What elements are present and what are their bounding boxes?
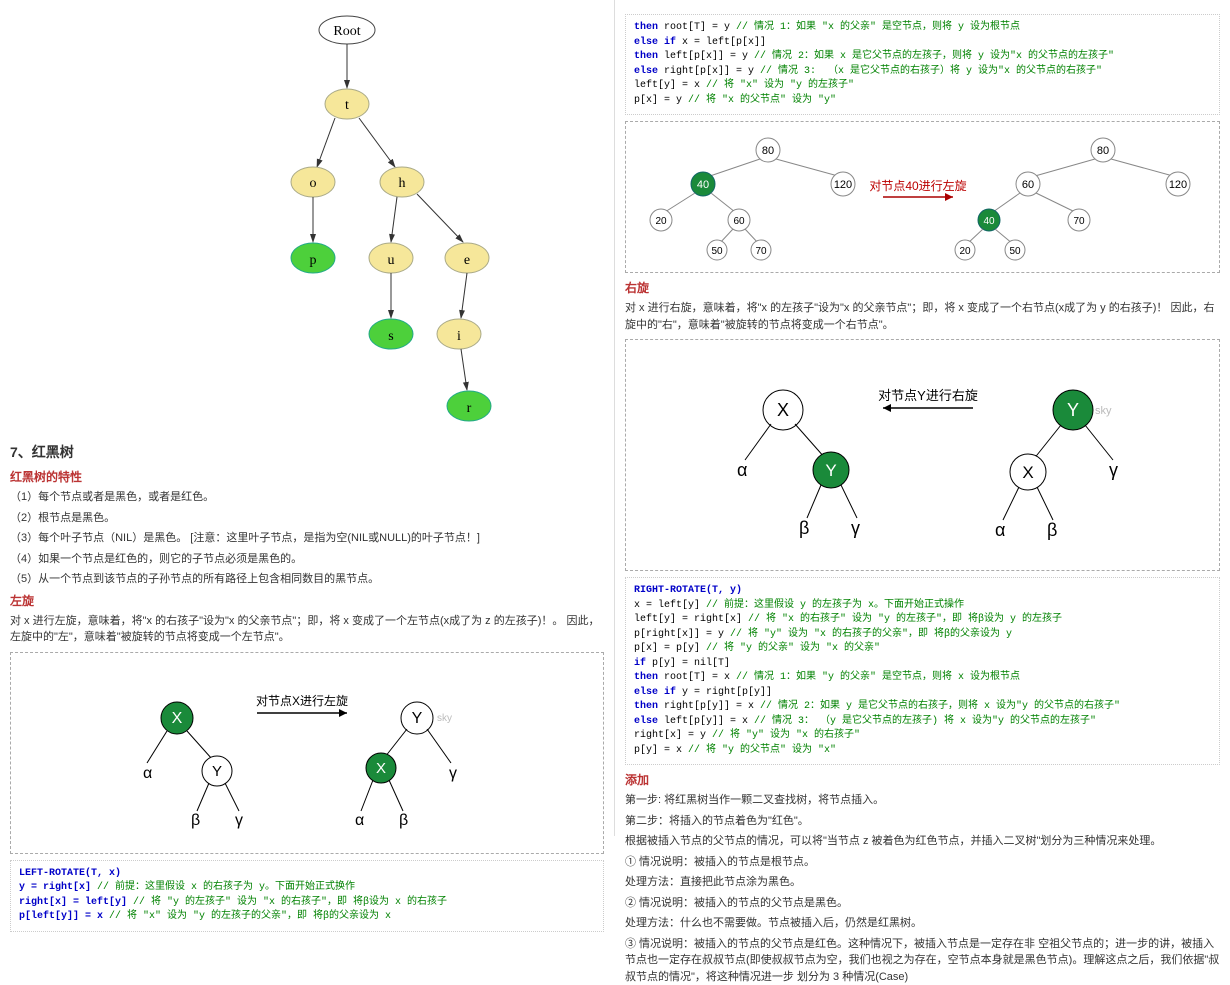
left-rotate-code: LEFT-ROTATE(T, x) y = right[x] // 前提：这里假… bbox=[10, 860, 604, 932]
rr-after-beta: β bbox=[799, 518, 809, 538]
insert-p6: ② 情况说明：被插入的节点的父节点是黑色。 bbox=[625, 895, 1220, 912]
ex-a-50: 50 bbox=[1009, 246, 1021, 257]
rb-prop-5: （5）从一个节点到该节点的子孙节点的所有路径上包含相同数目的黑节点。 bbox=[10, 571, 604, 588]
ex-b-50: 50 bbox=[711, 246, 723, 257]
lr-before-y: Y bbox=[212, 763, 222, 780]
right-rotate-para: 对 x 进行右旋，意味着，将"x 的左孩子"设为"x 的父亲节点"；即，将 x … bbox=[625, 300, 1220, 333]
rr-after-gamma: γ bbox=[851, 518, 860, 538]
node-e: e bbox=[464, 253, 470, 268]
ex-arrow-label: 对节点40进行左旋 bbox=[869, 178, 966, 193]
node-i: i bbox=[457, 329, 461, 344]
node-root: Root bbox=[333, 24, 360, 39]
node-t: t bbox=[345, 98, 349, 113]
rr-before-y: Y bbox=[1066, 400, 1078, 420]
insert-p7: 处理方法：什么也不需要做。节点被插入后，仍然是红黑树。 bbox=[625, 915, 1220, 932]
lr-after-alpha: α bbox=[355, 812, 364, 829]
right-column: then root[T] = y // 情况 1：如果 "x 的父亲" 是空节点… bbox=[615, 0, 1230, 836]
insert-p8: ③ 情况说明：被插入的节点的父节点是红色。这种情况下，被插入节点是一定存在非 空… bbox=[625, 936, 1220, 985]
lr-after-gamma: γ bbox=[449, 765, 457, 782]
node-u: u bbox=[388, 253, 395, 268]
right-rotate-title: 右旋 bbox=[625, 279, 1220, 296]
rr-before-alpha: α bbox=[995, 520, 1005, 540]
left-rotate-diagram: 对节点X进行左旋 X α Y β γ Y sky γ X α β bbox=[10, 652, 604, 854]
node-p: p bbox=[310, 253, 317, 268]
insert-p2: 第二步：将插入的节点着色为"红色"。 bbox=[625, 813, 1220, 830]
node-o: o bbox=[310, 176, 317, 191]
insert-title: 添加 bbox=[625, 771, 1220, 788]
lr-before-gamma: γ bbox=[235, 812, 243, 829]
insert-p3: 根据被插入节点的父节点的情况，可以将"当节点 z 被着色为红色节点，并插入二叉树… bbox=[625, 833, 1220, 850]
ex-a-60: 60 bbox=[1021, 179, 1033, 191]
right-rotate-code: RIGHT-ROTATE(T, y) x = left[y] // 前提：这里假… bbox=[625, 577, 1220, 765]
rr-arrow-label: 对节点Y进行右旋 bbox=[878, 388, 978, 403]
ex-b-40: 40 bbox=[696, 179, 708, 191]
ex-b-70: 70 bbox=[755, 246, 767, 257]
lr-before-alpha: α bbox=[143, 765, 152, 782]
ex-b-20: 20 bbox=[655, 216, 667, 227]
lr-after-x: X bbox=[376, 760, 386, 777]
rr-before-x: X bbox=[1022, 463, 1033, 482]
lr-after-beta: β bbox=[399, 812, 408, 829]
watermark-2: sky bbox=[1095, 405, 1112, 417]
rr-after-y: Y bbox=[825, 461, 836, 480]
insert-p4: ① 情况说明：被插入的节点是根节点。 bbox=[625, 854, 1220, 871]
ex-b-60: 60 bbox=[733, 216, 745, 227]
rr-after-x: X bbox=[776, 400, 788, 420]
right-rotate-diagram: 对节点Y进行右旋 Y sky γ X α β X α Y β γ bbox=[625, 339, 1220, 571]
rb-prop-3: （3）每个叶子节点（NIL）是黑色。 [注意：这里叶子节点，是指为空(NIL或N… bbox=[10, 530, 604, 547]
trie-tree-diagram: Root t o h p u e s i r bbox=[107, 12, 507, 432]
left-rotate-code-cont: then root[T] = y // 情况 1：如果 "x 的父亲" 是空节点… bbox=[625, 14, 1220, 115]
left-rotate-para: 对 x 进行左旋，意味着，将"x 的右孩子"设为"x 的父亲节点"；即，将 x … bbox=[10, 613, 604, 646]
rr-before-beta: β bbox=[1047, 520, 1057, 540]
ex-b-120: 120 bbox=[833, 179, 851, 191]
ex-b-80: 80 bbox=[761, 145, 773, 157]
lr-before-x: X bbox=[172, 710, 183, 727]
section-7-title: 7、红黑树 bbox=[10, 442, 604, 462]
ex-a-120: 120 bbox=[1168, 179, 1186, 191]
ex-a-40: 40 bbox=[983, 216, 995, 227]
left-rotate-example-diagram: 80 40 120 20 60 50 70 对节点40进行左旋 80 60 12… bbox=[625, 121, 1220, 273]
node-h: h bbox=[399, 176, 406, 191]
insert-p5: 处理方法：直接把此节点涂为黑色。 bbox=[625, 874, 1220, 891]
left-column: Root t o h p u e s i r bbox=[0, 0, 615, 836]
ex-a-70: 70 bbox=[1073, 216, 1085, 227]
rb-prop-2: （2）根节点是黑色。 bbox=[10, 510, 604, 527]
rr-after-alpha: α bbox=[737, 460, 747, 480]
rb-prop-4: （4）如果一个节点是红色的，则它的子节点必须是黑色的。 bbox=[10, 551, 604, 568]
ex-a-80: 80 bbox=[1096, 145, 1108, 157]
left-rotate-title: 左旋 bbox=[10, 592, 604, 609]
left-rotate-arrow-label: 对节点X进行左旋 bbox=[256, 693, 348, 708]
ex-a-20: 20 bbox=[959, 246, 971, 257]
insert-p1: 第一步: 将红黑树当作一颗二叉查找树，将节点插入。 bbox=[625, 792, 1220, 809]
rr-before-gamma: γ bbox=[1109, 460, 1118, 480]
watermark: sky bbox=[437, 713, 452, 724]
node-s: s bbox=[388, 329, 393, 344]
node-r: r bbox=[467, 401, 472, 416]
lr-after-y: Y bbox=[412, 710, 423, 727]
lr-before-beta: β bbox=[191, 812, 200, 829]
rb-props-title: 红黑树的特性 bbox=[10, 468, 604, 485]
rb-prop-1: （1）每个节点或者是黑色，或者是红色。 bbox=[10, 489, 604, 506]
